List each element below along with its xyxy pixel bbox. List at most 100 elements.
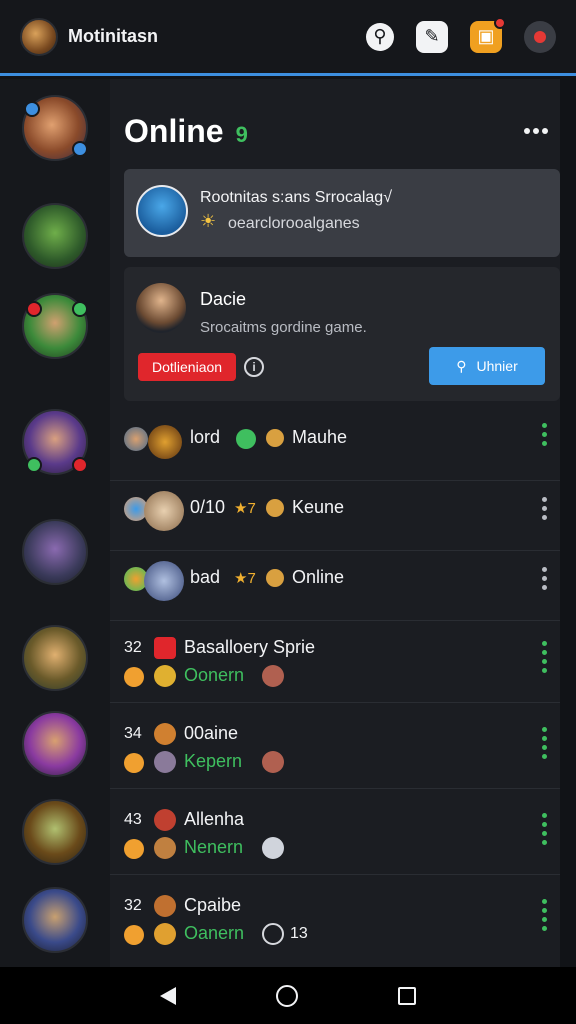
join-button-label: Uhnier <box>476 358 518 374</box>
list-item[interactable]: 32 Basalloery Sprie Oonern <box>110 621 560 703</box>
more-dot-icon <box>542 128 548 134</box>
kebab-dot-icon <box>542 926 547 931</box>
row-menu-button[interactable] <box>542 497 548 520</box>
status-card[interactable]: Rootnitas s:ans Srrocalag√ ☀ oearclorooa… <box>124 169 560 257</box>
notification-button[interactable]: ▣ <box>470 16 506 53</box>
search-button[interactable]: ⚲ <box>366 22 394 51</box>
invite-tag-button[interactable]: Dotlieniaon <box>138 353 237 381</box>
kebab-dot-icon <box>542 441 547 446</box>
row-menu-button[interactable] <box>542 423 548 446</box>
row-status: Oonern <box>184 665 245 685</box>
row-title: Basalloery Sprie <box>184 637 316 657</box>
kebab-dot-icon <box>542 567 547 572</box>
row-menu-button[interactable] <box>542 567 548 590</box>
star-rating: ★7 <box>234 500 256 517</box>
more-options-button[interactable] <box>518 119 554 143</box>
list-item[interactable]: bad ★7 Online <box>110 551 560 621</box>
profile-button[interactable] <box>524 20 556 53</box>
row-menu-button[interactable] <box>542 813 548 845</box>
rail-avatar-7[interactable] <box>22 711 88 777</box>
list-item[interactable]: lord Mauhe <box>110 411 560 481</box>
recents-icon[interactable] <box>398 986 416 1005</box>
kebab-dot-icon <box>542 727 547 732</box>
game-icon <box>154 637 176 659</box>
medal-icon <box>154 751 176 773</box>
row-status: Kepern <box>184 751 243 771</box>
rail-avatar-5[interactable] <box>22 519 88 585</box>
join-button[interactable]: ⚲ Uhnier <box>429 347 545 385</box>
toolbar-actions: ⚲ ✎ ▣ <box>366 16 556 53</box>
clock-icon <box>262 923 284 945</box>
rail-badge-icon <box>72 141 88 157</box>
row-number: 32 <box>124 639 142 656</box>
rail-badge-icon <box>26 301 42 317</box>
main-panel: Online 9 Rootnitas s:ans Srrocalag√ ☀ oe… <box>110 79 560 967</box>
kebab-dot-icon <box>542 423 547 428</box>
row-menu-button[interactable] <box>542 641 548 673</box>
star-rating: ★7 <box>234 570 256 587</box>
row-menu-button[interactable] <box>542 727 548 759</box>
rail-badge-icon <box>72 301 88 317</box>
rail-avatar-8[interactable] <box>22 799 88 865</box>
medal-icon <box>154 665 176 687</box>
kebab-dot-icon <box>542 497 547 502</box>
system-nav-bar <box>0 967 576 1024</box>
status-card-subtitle: oearclorooalganes <box>228 215 360 232</box>
game-icon <box>154 723 176 745</box>
app-avatar[interactable] <box>20 17 58 56</box>
row-menu-button[interactable] <box>542 899 548 931</box>
notification-icon: ▣ <box>477 26 495 46</box>
row-extra-count: 13 <box>290 925 308 942</box>
kebab-dot-icon <box>542 650 547 655</box>
sun-icon: ☀ <box>200 211 217 231</box>
list-item[interactable]: 43 Allenha Nenern <box>110 789 560 875</box>
rail-badge-icon <box>24 101 40 117</box>
online-header: Online 9 <box>124 113 248 150</box>
game-icon <box>266 429 284 447</box>
kebab-dot-icon <box>542 506 547 511</box>
player-avatar-icon <box>262 665 284 687</box>
row-number: 32 <box>124 897 142 914</box>
notification-dot <box>494 16 506 29</box>
kebab-dot-icon <box>542 668 547 673</box>
rail-avatar-6[interactable] <box>22 625 88 691</box>
kebab-dot-icon <box>542 745 547 750</box>
invite-card: Dacie Srocaitms gordine game. Dotlieniao… <box>124 267 560 401</box>
row-title: Allenha <box>184 809 245 829</box>
game-icon <box>266 499 284 517</box>
back-icon[interactable] <box>160 986 176 1005</box>
rail-avatar-9[interactable] <box>22 887 88 953</box>
list-item[interactable]: 32 Cpaibe Oanern 13 <box>110 875 560 961</box>
server-rail <box>0 79 110 967</box>
invite-card-avatar[interactable] <box>136 283 186 333</box>
list-item[interactable]: 0/10 ★7 Keune <box>110 481 560 551</box>
kebab-dot-icon <box>542 899 547 904</box>
row-number: 34 <box>124 725 142 742</box>
info-icon[interactable]: i <box>244 357 264 377</box>
player-avatar-icon <box>262 837 284 859</box>
kebab-dot-icon <box>542 432 547 437</box>
record-icon <box>534 30 546 43</box>
app-title: Motinitasn <box>68 26 158 46</box>
list-item[interactable]: 34 00aine Kepern <box>110 703 560 789</box>
edit-button[interactable]: ✎ <box>416 20 448 53</box>
player-avatar-icon <box>262 751 284 773</box>
more-dot-icon <box>524 128 530 134</box>
game-icon <box>144 491 184 531</box>
status-card-title: Rootnitas s:ans Srrocalag√ <box>200 189 392 206</box>
kebab-dot-icon <box>542 831 547 836</box>
row-label: lord <box>190 427 221 447</box>
kebab-dot-icon <box>542 659 547 664</box>
status-card-avatar <box>136 185 188 237</box>
home-icon[interactable] <box>276 984 298 1007</box>
kebab-dot-icon <box>542 908 547 913</box>
row-title: Cpaibe <box>184 895 242 915</box>
row-title: 00aine <box>184 723 239 743</box>
row-status: Oanern <box>184 923 245 943</box>
kebab-dot-icon <box>542 840 547 845</box>
game-icon <box>266 569 284 587</box>
rail-avatar-2[interactable] <box>22 203 88 269</box>
kebab-dot-icon <box>542 736 547 741</box>
row-game: Online <box>292 567 345 587</box>
kebab-dot-icon <box>542 585 547 590</box>
